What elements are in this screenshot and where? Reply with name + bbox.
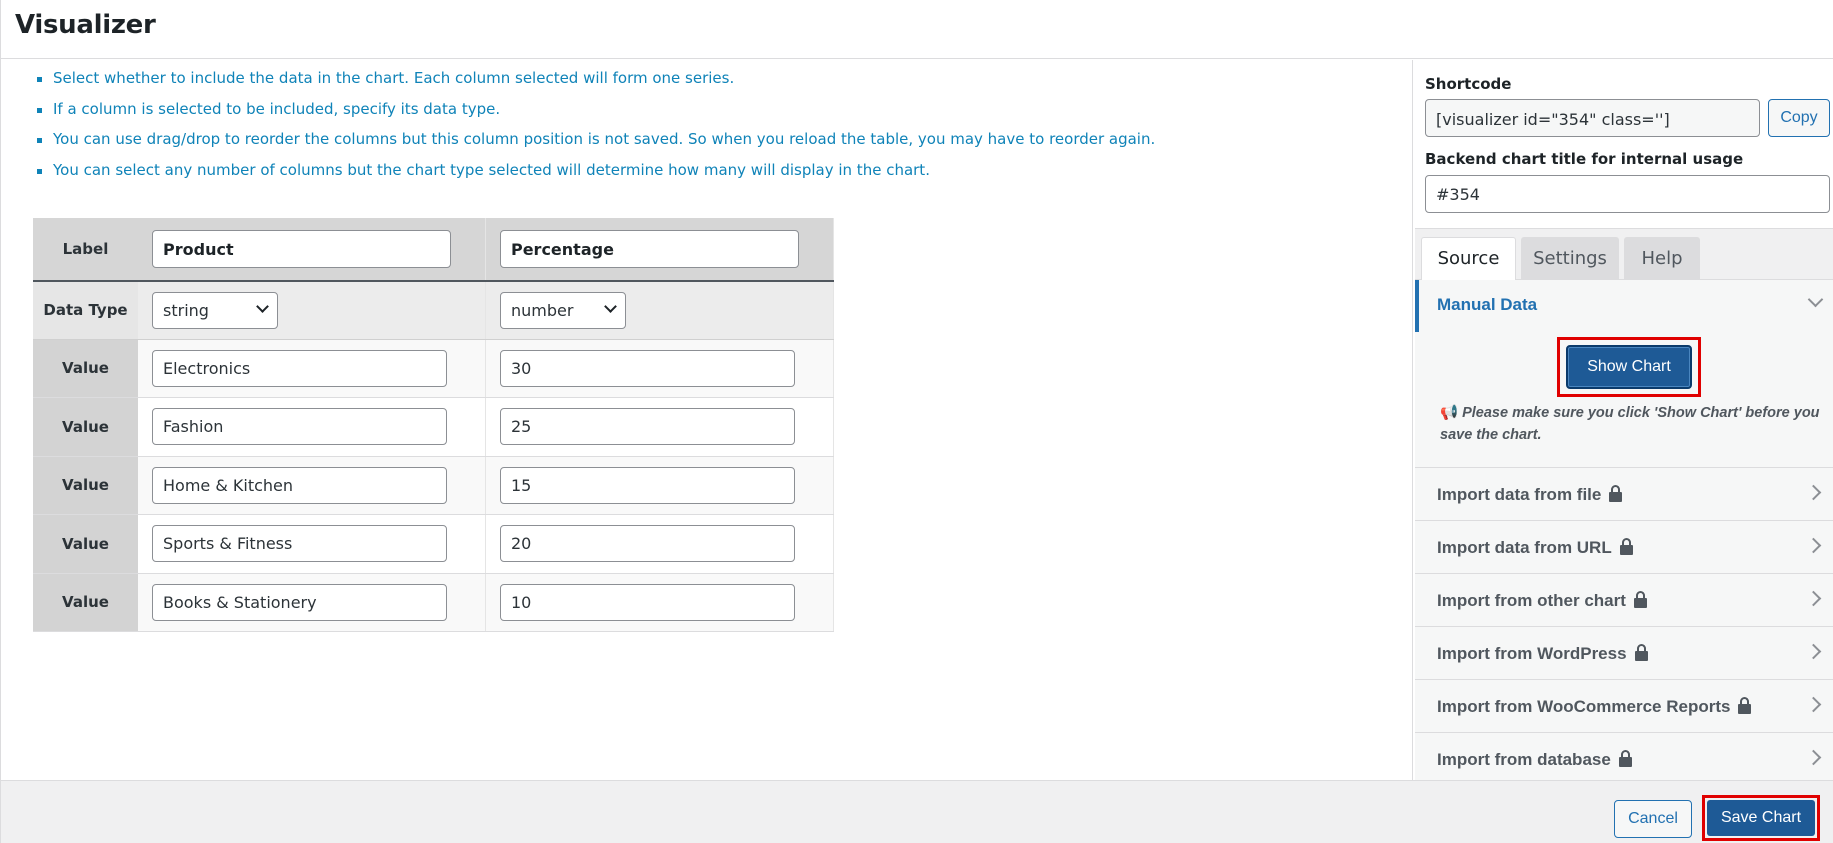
chevron-down-icon	[604, 299, 617, 313]
sidebar: Shortcode [visualizer id="354" class='']…	[1412, 60, 1833, 781]
tab-source[interactable]: Source	[1421, 237, 1516, 281]
highlight-box: Show Chart	[1557, 337, 1701, 397]
page-title: Visualizer	[15, 10, 156, 40]
label-header: Label	[33, 218, 138, 282]
value-input[interactable]	[499, 583, 795, 621]
column-name-input[interactable]	[152, 230, 451, 268]
lock-icon	[1609, 485, 1623, 502]
chevron-right-icon	[1805, 749, 1822, 766]
chevron-right-icon	[1805, 484, 1822, 501]
table-row: Value	[33, 397, 835, 457]
show-chart-button[interactable]: Show Chart	[1566, 345, 1692, 389]
import-item-label: Import data from file	[1437, 485, 1602, 504]
value-input[interactable]	[499, 466, 795, 504]
value-label: Value	[33, 573, 138, 632]
visualizer-editor: Visualizer Select whether to include the…	[0, 0, 1833, 843]
value-input[interactable]	[152, 583, 447, 621]
column-header-cell	[138, 218, 486, 282]
source-panel: Source Settings Help Manual Data Show Ch…	[1415, 228, 1833, 781]
value-input[interactable]	[152, 466, 447, 504]
instructions-list: Select whether to include the data in th…	[37, 69, 1155, 191]
data-type-select-value: string	[163, 300, 209, 320]
show-chart-note: 📢 Please make sure you click 'Show Chart…	[1440, 402, 1820, 446]
tab-bar: Source Settings Help	[1415, 229, 1833, 281]
manual-data-title: Manual Data	[1437, 295, 1538, 314]
import-item-label: Import from WordPress	[1437, 644, 1627, 663]
value-input[interactable]	[152, 349, 447, 387]
manual-data-body: Show Chart 📢 Please make sure you click …	[1415, 332, 1833, 467]
value-input[interactable]	[499, 349, 795, 387]
import-url-item[interactable]: Import data from URL	[1415, 520, 1833, 573]
chevron-right-icon	[1805, 590, 1822, 607]
import-item-label: Import from database	[1437, 750, 1611, 769]
value-input[interactable]	[152, 408, 447, 446]
shortcode-field[interactable]: [visualizer id="354" class='']	[1425, 99, 1760, 137]
value-label: Value	[33, 514, 138, 574]
table-row: Value	[33, 339, 835, 398]
lock-icon	[1619, 538, 1633, 555]
value-input[interactable]	[499, 408, 795, 446]
copy-button[interactable]: Copy	[1768, 99, 1830, 137]
import-item-label: Import from WooCommerce Reports	[1437, 697, 1731, 716]
backend-title-label: Backend chart title for internal usage	[1425, 150, 1744, 168]
value-label: Value	[33, 456, 138, 515]
label-row: Label	[33, 218, 835, 282]
instruction-item: You can select any number of columns but…	[37, 161, 1155, 192]
value-input[interactable]	[152, 525, 447, 563]
data-type-label: Data Type	[33, 281, 138, 340]
column-header-cell	[485, 218, 835, 282]
manual-data-header[interactable]: Manual Data	[1415, 280, 1833, 332]
shortcode-label: Shortcode	[1425, 75, 1512, 93]
cancel-button[interactable]: Cancel	[1614, 800, 1692, 838]
import-item-label: Import data from URL	[1437, 538, 1612, 557]
data-type-select[interactable]: number	[499, 291, 626, 329]
import-wordpress-item[interactable]: Import from WordPress	[1415, 626, 1833, 679]
value-label: Value	[33, 397, 138, 457]
chevron-right-icon	[1805, 696, 1822, 713]
chevron-right-icon	[1805, 537, 1822, 554]
tab-help[interactable]: Help	[1624, 237, 1700, 280]
data-type-row: Data Type string number	[33, 281, 835, 340]
lock-icon	[1634, 644, 1648, 661]
lock-icon	[1618, 750, 1632, 767]
data-type-select[interactable]: string	[152, 291, 278, 329]
chevron-down-icon	[1807, 291, 1824, 308]
import-other-chart-item[interactable]: Import from other chart	[1415, 573, 1833, 626]
show-chart-note-text: Please make sure you click 'Show Chart' …	[1440, 405, 1820, 443]
chevron-right-icon	[1805, 643, 1822, 660]
save-chart-button[interactable]: Save Chart	[1707, 800, 1815, 836]
title-bar: Visualizer	[1, 0, 1833, 59]
import-woocommerce-item[interactable]: Import from WooCommerce Reports	[1415, 679, 1833, 732]
table-row: Value	[33, 514, 835, 574]
import-item-label: Import from other chart	[1437, 591, 1626, 610]
megaphone-icon: 📢	[1440, 405, 1459, 421]
value-input[interactable]	[499, 525, 795, 563]
import-database-item[interactable]: Import from database	[1415, 732, 1833, 781]
footer-bar: Cancel Save Chart	[1, 780, 1833, 843]
highlight-box: Save Chart	[1702, 795, 1820, 841]
tab-settings[interactable]: Settings	[1521, 237, 1619, 280]
instruction-item: Select whether to include the data in th…	[37, 69, 1155, 100]
instruction-item: You can use drag/drop to reorder the col…	[37, 130, 1155, 161]
lock-icon	[1633, 591, 1647, 608]
table-row: Value	[33, 573, 835, 632]
chevron-down-icon	[256, 299, 269, 313]
table-row: Value	[33, 456, 835, 515]
instruction-item: If a column is selected to be included, …	[37, 100, 1155, 131]
import-file-item[interactable]: Import data from file	[1415, 467, 1833, 520]
data-type-select-value: number	[510, 300, 574, 320]
value-label: Value	[33, 339, 138, 398]
data-table: Label Data Type string number	[33, 218, 835, 632]
backend-title-input[interactable]	[1425, 175, 1830, 213]
lock-icon	[1738, 697, 1752, 714]
column-name-input[interactable]	[499, 230, 799, 268]
